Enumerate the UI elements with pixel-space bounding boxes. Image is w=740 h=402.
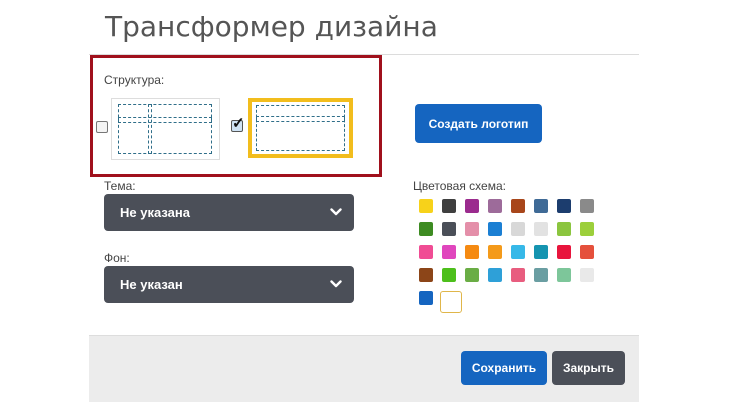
color-swatch[interactable] [534, 268, 548, 282]
layout-rows-outer [256, 105, 345, 151]
create-logo-button[interactable]: Создать логотип [415, 104, 542, 143]
color-swatch[interactable] [419, 291, 433, 305]
color-swatch[interactable] [419, 268, 433, 282]
layout-grid-outer [118, 104, 212, 154]
theme-select[interactable]: Не указана [104, 194, 354, 231]
color-swatch[interactable] [465, 222, 479, 236]
color-swatch[interactable] [534, 199, 548, 213]
chevron-down-icon [330, 279, 342, 287]
color-swatch[interactable] [419, 199, 433, 213]
color-swatch[interactable] [488, 245, 502, 259]
color-swatch[interactable] [442, 245, 456, 259]
layout-rows-thumbnail[interactable] [248, 98, 353, 158]
layout-grid-checkbox[interactable] [96, 121, 108, 133]
color-swatch[interactable] [465, 245, 479, 259]
selected-swatch-frame [440, 291, 462, 313]
color-scheme-label: Цветовая схема: [413, 179, 506, 193]
color-swatch[interactable] [534, 245, 548, 259]
layout-rows-checkbox[interactable]: ✓ [231, 116, 245, 132]
color-swatch[interactable] [580, 199, 594, 213]
color-swatch[interactable] [465, 268, 479, 282]
color-swatch[interactable] [419, 222, 433, 236]
color-swatch[interactable] [511, 245, 525, 259]
color-swatch[interactable] [419, 245, 433, 259]
layout-grid-column [148, 104, 152, 154]
color-swatch[interactable] [557, 199, 571, 213]
color-swatch[interactable] [488, 199, 502, 213]
structure-label: Структура: [104, 73, 165, 87]
color-swatch[interactable] [511, 268, 525, 282]
save-button[interactable]: Сохранить [461, 351, 547, 385]
checkmark-icon: ✓ [232, 115, 245, 132]
color-swatch[interactable] [580, 245, 594, 259]
color-swatch[interactable] [534, 222, 548, 236]
color-swatch[interactable] [557, 222, 571, 236]
color-swatch[interactable] [488, 268, 502, 282]
color-swatch[interactable] [465, 199, 479, 213]
color-swatch[interactable] [557, 268, 571, 282]
color-swatch[interactable] [557, 245, 571, 259]
close-button[interactable]: Закрыть [552, 351, 625, 385]
color-swatch[interactable] [511, 222, 525, 236]
layout-grid-thumbnail[interactable] [111, 98, 220, 160]
background-select[interactable]: Не указан [104, 266, 354, 303]
theme-select-value: Не указана [120, 205, 190, 220]
background-select-value: Не указан [120, 277, 183, 292]
color-swatch[interactable] [580, 268, 594, 282]
chevron-down-icon [330, 207, 342, 215]
dialog-title: Трансформер дизайна [105, 10, 438, 43]
layout-rows-band [256, 116, 345, 122]
color-swatch[interactable] [580, 222, 594, 236]
theme-label: Тема: [104, 179, 136, 193]
color-swatch[interactable] [488, 222, 502, 236]
layout-grid-band [118, 117, 212, 123]
background-label: Фон: [104, 251, 130, 265]
color-swatch[interactable] [442, 268, 456, 282]
color-swatch[interactable] [442, 199, 456, 213]
color-swatch[interactable] [511, 199, 525, 213]
color-swatch[interactable] [442, 222, 456, 236]
